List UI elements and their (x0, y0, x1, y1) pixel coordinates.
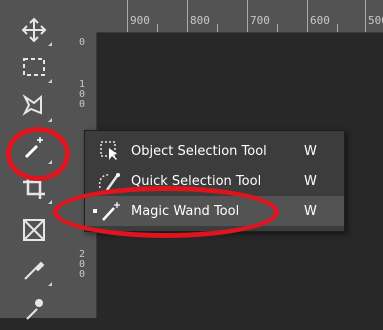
ruler-label: 700 (250, 14, 270, 27)
submenu-indicator (48, 200, 52, 204)
move-tool[interactable] (14, 10, 54, 50)
object-selection-icon (95, 139, 125, 163)
quick-selection-tool-item[interactable]: Quick Selection Tool W (85, 166, 344, 196)
menu-item-shortcut: W (304, 143, 317, 159)
eyedropper-tool[interactable] (14, 250, 54, 290)
ruler-label: 1 0 0 (79, 79, 86, 110)
marquee-tool[interactable] (14, 47, 54, 87)
frame-tool[interactable] (14, 210, 54, 250)
submenu-indicator (48, 79, 52, 83)
healing-brush-tool[interactable] (14, 290, 54, 330)
ruler-label: 800 (190, 14, 210, 27)
submenu-indicator (48, 282, 52, 286)
magic-wand-icon (95, 199, 125, 223)
ruler-label: 0 (79, 37, 86, 48)
magic-wand-icon (21, 135, 47, 161)
submenu-indicator (48, 118, 52, 122)
ruler-label: 500 (368, 14, 383, 27)
ruler-tick (127, 0, 128, 32)
marquee-icon (22, 57, 46, 77)
ruler-horizontal: 900 800 700 600 500 (70, 0, 383, 33)
lasso-icon (21, 93, 47, 119)
frame-icon (22, 218, 46, 242)
move-icon (21, 17, 47, 43)
menu-item-label: Magic Wand Tool (131, 203, 240, 219)
toolbar (0, 0, 71, 320)
ruler-tick (247, 0, 248, 32)
selection-tools-flyout: Object Selection Tool W Quick Selection … (84, 130, 345, 232)
ruler-tick (307, 0, 308, 32)
magic-wand-tool-item[interactable]: Magic Wand Tool W (85, 196, 344, 226)
menu-item-label: Quick Selection Tool (131, 173, 262, 189)
magic-wand-tool[interactable] (14, 128, 54, 168)
crop-icon (21, 175, 47, 201)
ruler-tick (187, 0, 188, 32)
lasso-tool[interactable] (14, 86, 54, 126)
submenu-indicator (48, 42, 52, 46)
ruler-tick (157, 24, 158, 32)
ruler-tick (337, 24, 338, 32)
menu-item-label: Object Selection Tool (131, 143, 267, 159)
submenu-indicator (48, 160, 52, 164)
menu-item-shortcut: W (304, 203, 317, 219)
healing-brush-icon (21, 297, 47, 323)
ruler-tick (217, 24, 218, 32)
ruler-label: 900 (130, 14, 150, 27)
eyedropper-icon (21, 257, 47, 283)
quick-selection-icon (95, 169, 125, 193)
menu-item-shortcut: W (304, 173, 317, 189)
ruler-tick (277, 24, 278, 32)
crop-tool[interactable] (14, 168, 54, 208)
ruler-tick (365, 0, 366, 32)
object-selection-tool-item[interactable]: Object Selection Tool W (85, 136, 344, 166)
photoshop-window: 900 800 700 600 500 0 1 0 0 2 0 0 O (0, 0, 383, 320)
ruler-label: 600 (310, 14, 330, 27)
ruler-label: 2 0 0 (79, 249, 86, 280)
